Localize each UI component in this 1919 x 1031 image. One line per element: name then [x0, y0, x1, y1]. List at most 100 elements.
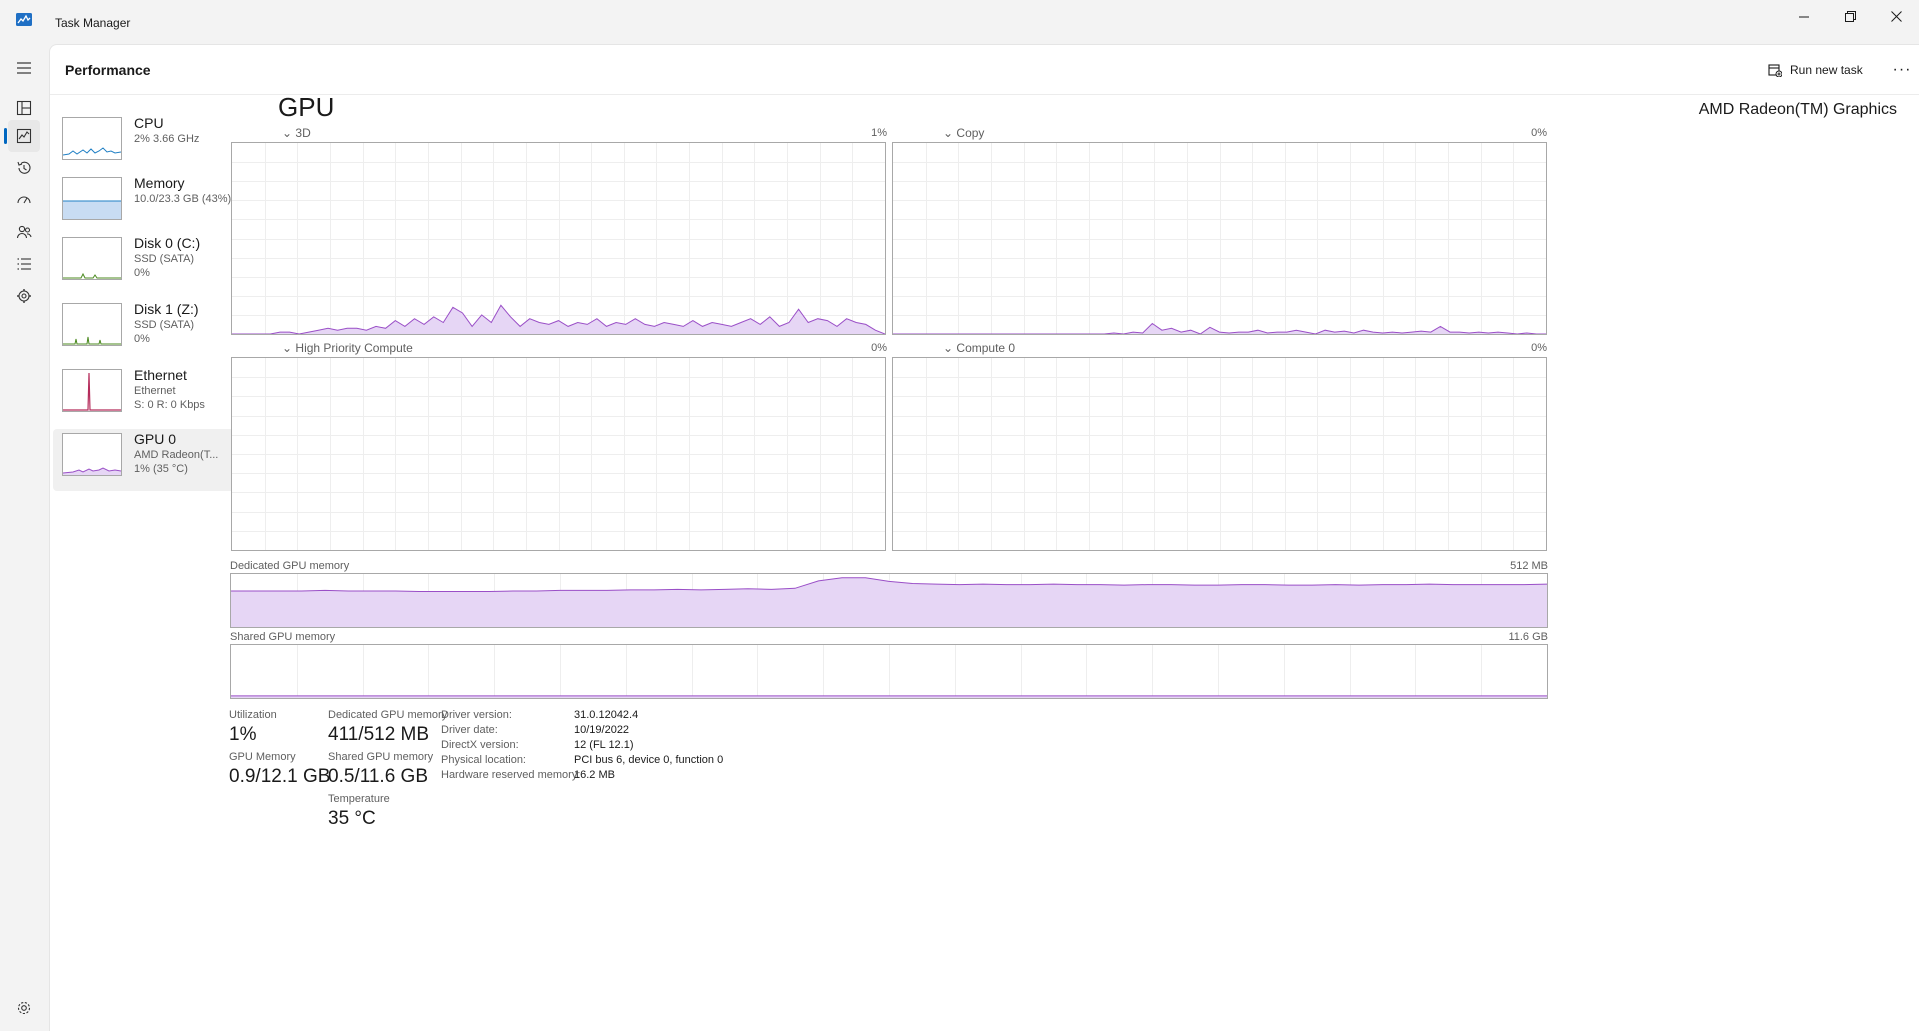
window-title: Task Manager	[55, 16, 131, 30]
run-new-task-label: Run new task	[1790, 63, 1863, 77]
chevron-down-icon: ⌄	[282, 126, 293, 140]
nav-users[interactable]	[8, 216, 40, 248]
temperature-value: 35 °C	[328, 808, 376, 829]
gpu-model-name: AMD Radeon(TM) Graphics	[1698, 101, 1897, 118]
device-name: Disk 0 (C:)	[134, 235, 201, 251]
device-name: Ethernet	[134, 367, 187, 383]
nav-settings[interactable]	[8, 992, 40, 1024]
hardware-reserved-memory-label: Hardware reserved memory:	[441, 769, 581, 781]
hamburger-menu-button[interactable]	[8, 52, 40, 84]
hamburger-menu-icon	[17, 62, 31, 74]
engine-high-priority-compute-value: 0%	[871, 342, 887, 354]
device-item-disk-0[interactable]: Disk 0 (C:) SSD (SATA) 0%	[53, 233, 249, 295]
page-header: Performance Run new task ···	[50, 45, 1919, 95]
gpu-memory-label: GPU Memory	[229, 751, 296, 763]
engine-3d-graph	[231, 142, 886, 335]
engine-3d-value: 1%	[871, 127, 887, 139]
device-usage: 1% (35 °C)	[134, 463, 188, 475]
gpu-title: GPU	[278, 92, 335, 122]
device-detail: 10.0/23.3 GB (43%)	[134, 193, 232, 205]
nav-performance[interactable]	[8, 120, 40, 152]
details-icon	[17, 258, 31, 270]
utilization-label: Utilization	[229, 709, 277, 721]
engine-compute-0-selector[interactable]: ⌄ Compute 0	[943, 341, 1015, 355]
device-name: GPU 0	[134, 431, 177, 447]
directx-version-label: DirectX version:	[441, 739, 519, 751]
engine-high-priority-compute-label: High Priority Compute	[295, 341, 413, 355]
engine-copy-graph	[892, 142, 1547, 335]
engine-high-priority-compute-graph	[231, 357, 886, 551]
shared-memory-max: 11.6 GB	[1508, 631, 1548, 643]
dedicated-memory-label: Dedicated GPU memory	[328, 709, 448, 721]
chevron-down-icon: ⌄	[282, 341, 293, 355]
device-item-gpu-0[interactable]: GPU 0 AMD Radeon(T... 1% (35 °C)	[53, 429, 249, 491]
cpu-thumbnail-graph	[62, 117, 122, 160]
device-type: SSD (SATA)	[134, 253, 195, 265]
dedicated-memory-graph	[230, 573, 1548, 628]
device-type: SSD (SATA)	[134, 319, 195, 331]
chevron-down-icon: ⌄	[943, 341, 954, 355]
nav-app-history[interactable]	[8, 152, 40, 184]
shared-memory-graph-label: Shared GPU memory	[230, 631, 336, 643]
device-throughput: S: 0 R: 0 Kbps	[134, 399, 205, 411]
more-options-button[interactable]: ···	[1888, 57, 1916, 83]
main-panel: Performance Run new task ··· CPU 2% 3.66…	[49, 44, 1919, 1031]
engine-compute-0-graph	[892, 357, 1547, 551]
app-history-icon	[17, 161, 31, 174]
engine-copy-selector[interactable]: ⌄ Copy	[943, 126, 984, 140]
settings-gear-icon	[17, 1001, 31, 1015]
device-item-memory[interactable]: Memory 10.0/23.3 GB (43%)	[53, 173, 249, 235]
maximize-button[interactable]	[1827, 0, 1873, 32]
physical-location-value: PCI bus 6, device 0, function 0	[574, 754, 724, 766]
title-bar: Task Manager	[0, 0, 1919, 44]
close-button[interactable]	[1873, 0, 1919, 32]
device-item-cpu[interactable]: CPU 2% 3.66 GHz	[53, 113, 249, 175]
dedicated-memory-graph-label: Dedicated GPU memory	[230, 560, 350, 572]
shared-memory-label: Shared GPU memory	[328, 751, 434, 763]
engine-3d-selector[interactable]: ⌄ 3D	[282, 126, 311, 140]
task-manager-app-icon	[16, 13, 32, 26]
navigation-rail	[0, 44, 49, 1031]
minimize-icon	[1798, 16, 1809, 17]
dedicated-memory-max: 512 MB	[1510, 560, 1548, 572]
run-new-task-button[interactable]: Run new task	[1760, 55, 1871, 85]
gpu-memory-value: 0.9/12.1 GB	[229, 766, 331, 787]
shared-memory-graph	[230, 644, 1548, 699]
device-name: Disk 1 (Z:)	[134, 301, 199, 317]
ethernet-thumbnail-graph	[62, 369, 122, 412]
utilization-value: 1%	[229, 724, 257, 745]
chevron-down-icon: ⌄	[943, 126, 954, 140]
run-new-task-icon	[1768, 64, 1782, 77]
restore-icon	[1844, 10, 1856, 22]
dedicated-memory-value: 411/512 MB	[328, 724, 430, 745]
engine-compute-0-value: 0%	[1531, 342, 1547, 354]
driver-version-label: Driver version:	[441, 709, 512, 721]
device-detail: 2% 3.66 GHz	[134, 133, 200, 145]
startup-apps-icon	[17, 196, 31, 204]
device-type: Ethernet	[134, 385, 176, 397]
device-model: AMD Radeon(T...	[134, 449, 219, 461]
driver-version-value: 31.0.12042.4	[574, 709, 639, 721]
nav-services[interactable]	[8, 280, 40, 312]
engine-compute-0-label: Compute 0	[956, 341, 1016, 355]
driver-date-label: Driver date:	[441, 724, 498, 736]
device-item-disk-1[interactable]: Disk 1 (Z:) SSD (SATA) 0%	[53, 299, 249, 361]
memory-thumbnail-graph	[62, 177, 122, 220]
device-item-ethernet[interactable]: Ethernet Ethernet S: 0 R: 0 Kbps	[53, 365, 249, 427]
nav-startup-apps[interactable]	[8, 184, 40, 216]
device-name: CPU	[134, 115, 164, 131]
device-usage: 0%	[134, 333, 150, 345]
hardware-reserved-memory-value: 16.2 MB	[574, 769, 615, 781]
disk-1-thumbnail-graph	[62, 303, 122, 346]
device-name: Memory	[134, 175, 185, 191]
engine-copy-label: Copy	[956, 126, 985, 140]
disk-0-thumbnail-graph	[62, 237, 122, 280]
engine-high-priority-compute-selector[interactable]: ⌄ High Priority Compute	[282, 341, 413, 355]
minimize-button[interactable]	[1781, 0, 1827, 32]
processes-icon	[16, 100, 32, 116]
nav-details[interactable]	[8, 248, 40, 280]
page-title: Performance	[65, 62, 151, 78]
engine-3d-label: 3D	[295, 126, 311, 140]
performance-icon	[16, 128, 32, 144]
engine-copy-value: 0%	[1531, 127, 1547, 139]
